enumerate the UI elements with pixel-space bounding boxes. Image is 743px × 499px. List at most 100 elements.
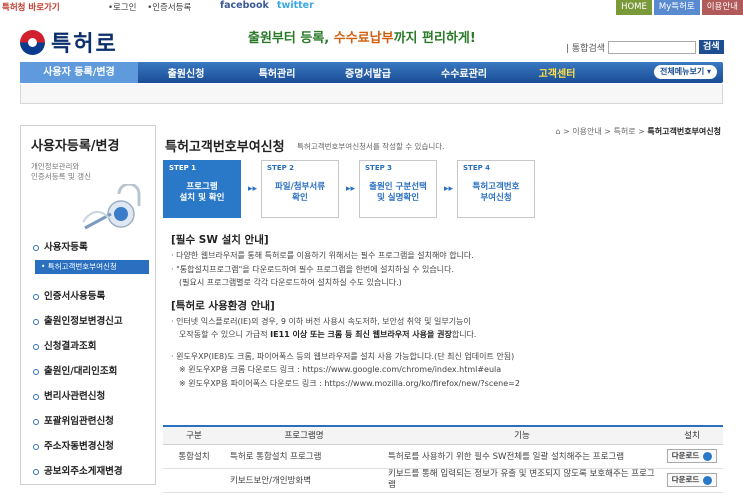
sidebar-item-result[interactable]: 신청결과조회 bbox=[21, 334, 155, 359]
sidebar-item-public-consent[interactable]: 공보외주소게재변경 bbox=[21, 459, 155, 484]
nav-application[interactable]: 출원신청 bbox=[138, 65, 234, 80]
page-description: 특허고객번호부여신청서를 작성할 수 있습니다. bbox=[297, 142, 445, 151]
firefox-download-link[interactable]: ※ 윈도우XP용 파이어폭스 다운로드 링크 : https://www.moz… bbox=[171, 377, 731, 391]
cell-function: 특허로를 사용하기 위한 필수 SW전체를 일괄 설치해주는 프로그램 bbox=[383, 444, 661, 469]
taegeuk-logo-icon bbox=[20, 29, 45, 55]
sidebar-item-comprehensive[interactable]: 포괄위임관련신청 bbox=[21, 409, 155, 434]
circle-bullet-icon bbox=[33, 468, 39, 475]
twitter-link[interactable]: twitter bbox=[277, 0, 314, 11]
all-menu-label: 전체메뉴보기 bbox=[660, 67, 705, 76]
main-navigation: 사용자 등록/변경 출원신청 특허관리 증명서발급 수수료관리 고객센터 전체메… bbox=[20, 62, 723, 83]
top-links: •로그인 •인증서등록 bbox=[108, 1, 199, 13]
top-utility-bar: 특허청 바로가기 •로그인 •인증서등록 facebook twitter HO… bbox=[0, 0, 743, 15]
search-button[interactable]: 검색 bbox=[699, 40, 724, 54]
chrome-download-link[interactable]: ※ 윈도우XP용 크롬 다운로드 링크 : https://www.google… bbox=[171, 363, 731, 377]
circle-bullet-icon bbox=[33, 418, 39, 425]
slogan: 출원부터 등록, 수수료납부까지 편리하게! bbox=[248, 27, 476, 46]
download-button[interactable]: 다운로드 bbox=[666, 449, 718, 463]
home-icon[interactable]: ⌂ bbox=[555, 127, 560, 136]
step-number: STEP 2 bbox=[267, 164, 295, 172]
slogan-part2: 까지 편리하게! bbox=[393, 31, 476, 46]
notice-line: · 윈도우XP(IE8)도 크롬, 파이어폭스 등의 웹브라우저를 설치 사용 … bbox=[171, 351, 515, 361]
step-label-line2: 확인 bbox=[292, 193, 308, 204]
notice-line: (필요시 프로그램별로 각각 다운로드하여 설치하실 수도 있습니다.) bbox=[179, 278, 402, 287]
nav-certificate[interactable]: 증명서발급 bbox=[320, 65, 416, 80]
sidebar-item-label: 출원인정보변경신고 bbox=[44, 316, 123, 327]
sidebar-item-label: 포괄위임관련신청 bbox=[44, 416, 114, 427]
sidebar-item-address-auto[interactable]: 주소자동변경신청 bbox=[21, 434, 155, 459]
guide-button[interactable]: 이용안내 bbox=[701, 0, 743, 15]
breadcrumb-item[interactable]: 특허로 bbox=[614, 127, 636, 136]
step-1: STEP 1 프로그램 설치 및 확인 ▸▸ bbox=[163, 160, 257, 218]
notice-text: 오작동할 수 있으니 가급적 bbox=[179, 330, 271, 339]
kipo-shortcut-link[interactable]: 특허청 바로가기 bbox=[2, 1, 60, 13]
sidebar-subitem-customer-number[interactable]: • 특허고객번호부여신청 bbox=[21, 260, 155, 278]
breadcrumb-item[interactable]: 이용안내 bbox=[572, 127, 601, 136]
sidebar-item-applicant-lookup[interactable]: 출원인/대리인조회 bbox=[21, 359, 155, 384]
circle-bullet-icon bbox=[33, 368, 39, 375]
sidebar-item-label: 사용자등록 bbox=[44, 242, 88, 253]
breadcrumb-current: 특허고객번호부여신청 bbox=[647, 127, 721, 136]
circle-bullet-icon bbox=[33, 244, 39, 251]
breadcrumb: ⌂ > 이용안내 > 특허로 > 특허고객번호부여신청 bbox=[555, 127, 721, 136]
search-input[interactable] bbox=[608, 40, 697, 54]
lock-key-illustration-icon bbox=[82, 184, 141, 230]
step-label-line2: 부여신청 bbox=[480, 193, 512, 204]
cell-category: 통합설치 bbox=[163, 444, 225, 469]
home-button[interactable]: HOME bbox=[616, 0, 652, 15]
my-patentro-button[interactable]: My특허로 bbox=[653, 0, 700, 15]
nav-customer-center[interactable]: 고객센터 bbox=[512, 65, 602, 80]
download-button[interactable]: 다운로드 bbox=[666, 473, 718, 487]
sidebar-item-applicant-change[interactable]: 출원인정보변경신고 bbox=[21, 309, 155, 334]
sidebar-item-label: 인증서사용등록 bbox=[44, 291, 106, 302]
download-label: 다운로드 bbox=[671, 475, 700, 484]
column-header: 프로그램명 bbox=[225, 425, 383, 445]
cell-function: 키보드를 통해 입력되는 정보가 유출 및 변조되지 않도록 보호해주는 프로그… bbox=[383, 468, 661, 493]
sidebar-subitem-label: • 특허고객번호부여신청 bbox=[35, 260, 149, 274]
notice-sw-title: [필수 SW 설치 안내] bbox=[171, 234, 269, 246]
cell-category bbox=[163, 468, 225, 493]
arrow-circle-icon bbox=[703, 475, 713, 485]
step-number: STEP 4 bbox=[463, 164, 491, 172]
column-header: 기능 bbox=[383, 425, 661, 445]
step-number: STEP 3 bbox=[365, 164, 393, 172]
program-table: 구분 프로그램명 기능 설치 통합설치 특허로 통합설치 프로그램 특허로를 사… bbox=[163, 425, 723, 493]
column-header: 설치 bbox=[661, 425, 723, 445]
sidebar-desc-line1: 개인정보관리와 bbox=[31, 162, 80, 171]
nav-user-register[interactable]: 사용자 등록/변경 bbox=[20, 62, 138, 83]
sidebar-item-user-register[interactable]: 사용자등록 bbox=[21, 235, 155, 260]
step-label: 특허고객번호 부여신청 bbox=[457, 182, 535, 204]
sidebar-item-attorney[interactable]: 변리사관련신청 bbox=[21, 384, 155, 409]
search-label: | 통합검색 bbox=[566, 43, 606, 54]
table-row: 통합설치 특허로 통합설치 프로그램 특허로를 사용하기 위한 필수 SW전체를… bbox=[163, 444, 723, 469]
left-sidebar: 사용자등록/변경 개인정보관리와 인증서등록 및 갱신 사용자등록 • 특허고객… bbox=[20, 125, 156, 485]
cert-register-link[interactable]: •인증서등록 bbox=[147, 3, 191, 13]
circle-bullet-icon bbox=[33, 443, 39, 450]
logo-text: 특허로 bbox=[51, 31, 118, 57]
sidebar-item-label: 출원인/대리인조회 bbox=[44, 366, 118, 377]
sidebar-item-label: 신청결과조회 bbox=[44, 341, 97, 352]
cell-program-name: 키보드보안/개인방화벽 bbox=[225, 468, 383, 493]
step-label: 파일/첨부서류 확인 bbox=[261, 182, 339, 204]
site-logo[interactable]: 특허로 bbox=[20, 26, 118, 58]
nav-fee-management[interactable]: 수수료관리 bbox=[416, 65, 512, 80]
notice-line: · 다양한 웹브라우저를 통해 특허로를 이용하기 위해서는 필수 프로그램을 … bbox=[171, 251, 474, 260]
arrow-right-icon: ▸▸ bbox=[443, 184, 453, 194]
login-link[interactable]: •로그인 bbox=[108, 3, 136, 13]
step-label: 출원인 구분선택 및 실명확인 bbox=[359, 182, 437, 204]
step-label-line1: 특허고객번호 bbox=[472, 182, 520, 192]
sidebar-header: 사용자등록/변경 개인정보관리와 인증서등록 및 갱신 bbox=[20, 125, 156, 235]
notice-content: [필수 SW 설치 안내] · 다양한 웹브라우저를 통해 특허로를 이용하기 … bbox=[171, 232, 731, 390]
step-label-line1: 파일/첨부서류 bbox=[274, 182, 326, 192]
chevron-down-icon: ▾ bbox=[706, 67, 711, 76]
top-buttons: HOME My특허로 이용안내 bbox=[616, 0, 743, 15]
notice-line: · "통합설치프로그램"을 다운로드하여 필수 프로그램을 한번에 설치하실 수… bbox=[171, 264, 455, 274]
all-menu-button[interactable]: 전체메뉴보기 ▾ bbox=[654, 65, 717, 79]
facebook-link[interactable]: facebook bbox=[220, 0, 269, 11]
step-label-line2: 및 실명확인 bbox=[376, 193, 420, 204]
sidebar-item-cert-register[interactable]: 인증서사용등록 bbox=[21, 284, 155, 309]
sidebar-desc-line2: 인증서등록 및 갱신 bbox=[31, 172, 91, 182]
nav-patent-management[interactable]: 특허관리 bbox=[234, 65, 320, 80]
slogan-part1: 출원부터 등록, bbox=[248, 31, 334, 46]
